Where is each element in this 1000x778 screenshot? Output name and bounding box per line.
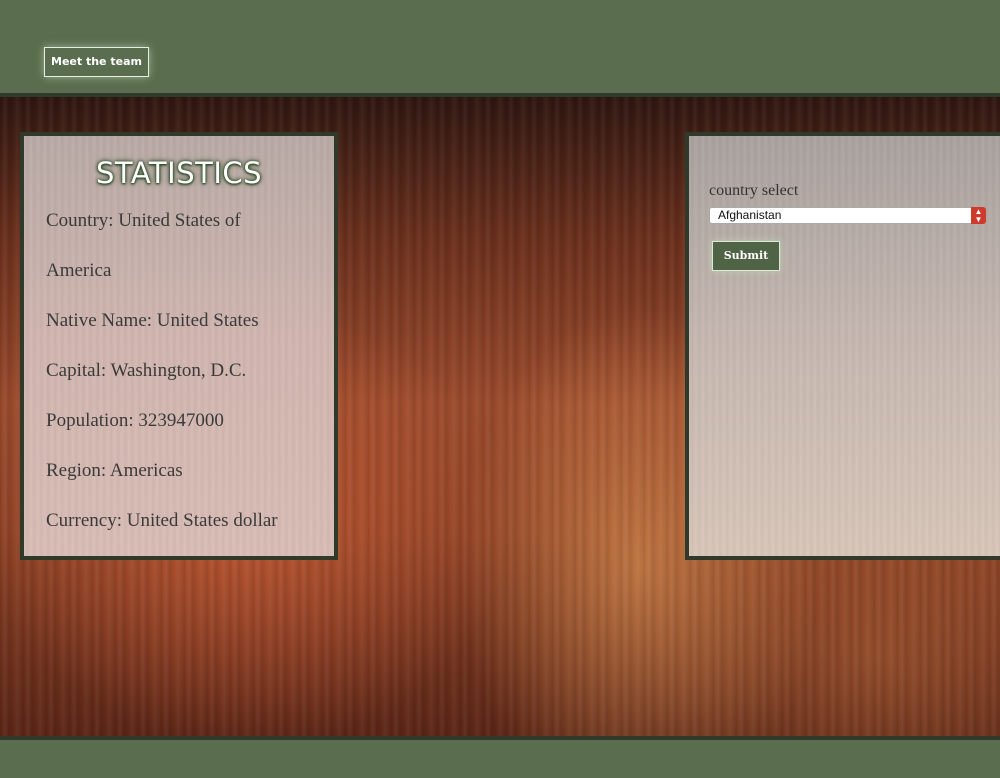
page: Meet the team STATISTICS Country: United… (0, 0, 1000, 778)
stat-currency: Currency: United States dollar (46, 510, 278, 531)
stat-country: Country: United States of (46, 210, 241, 231)
stat-population: Population: 323947000 (46, 410, 224, 431)
stat-region: Region: Americas (46, 460, 183, 481)
stat-country-continued: America (46, 260, 112, 281)
statistics-panel: STATISTICS Country: United States of Ame… (20, 132, 338, 560)
country-select-label: country select (709, 182, 799, 199)
submit-button[interactable]: Submit (712, 241, 780, 271)
selected-country-value: Afghanistan (718, 208, 782, 222)
stat-capital: Capital: Washington, D.C. (46, 360, 247, 381)
country-select-dropdown[interactable]: Afghanistan ▲ ▼ (709, 207, 986, 224)
meet-the-team-button[interactable]: Meet the team (44, 47, 149, 77)
stat-native-name: Native Name: United States (46, 310, 259, 331)
statistics-title: STATISTICS (95, 156, 263, 190)
chevron-up-down-icon: ▲ ▼ (971, 207, 986, 224)
top-navigation-bar: Meet the team (0, 0, 1000, 97)
country-select-panel: country select Afghanistan ▲ ▼ Submit (685, 132, 1000, 560)
footer-bar (0, 736, 1000, 778)
